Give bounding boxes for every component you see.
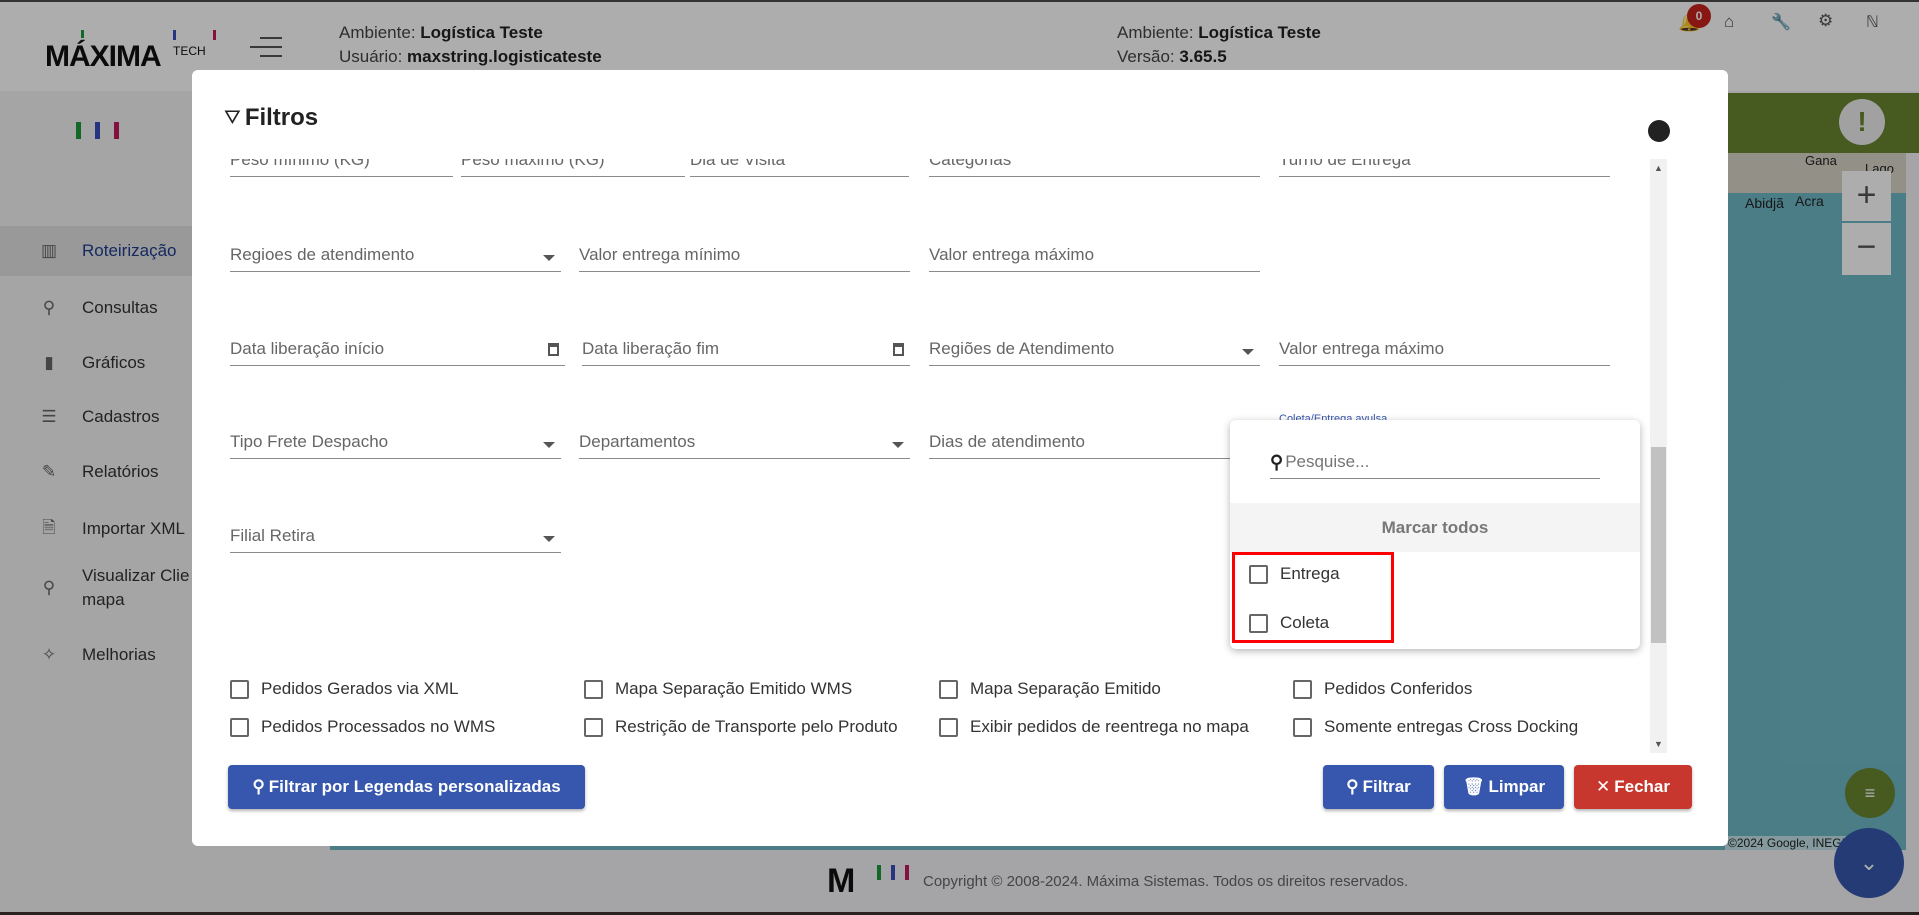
data-liberacao-inicio-field[interactable]: Data liberação início — [230, 332, 565, 366]
modal-title: ⛛ Filtros — [224, 104, 319, 131]
checkbox-pedidos-xml[interactable]: Pedidos Gerados via XML — [230, 679, 459, 699]
dias-atendimento-select[interactable]: Dias de atendimento — [929, 425, 1260, 459]
checkbox-mapa-emitido[interactable]: Mapa Separação Emitido — [939, 679, 1161, 699]
search-icon: ⚲ — [1346, 777, 1359, 796]
select-all-button[interactable]: Marcar todos — [1230, 503, 1640, 552]
close-button[interactable]: ✕ Fechar — [1574, 765, 1692, 809]
trash-icon: 🗑 — [1462, 777, 1485, 796]
checkbox-pedidos-conferidos[interactable]: Pedidos Conferidos — [1293, 679, 1472, 699]
dia-visita-select[interactable]: Dia de Visita — [690, 159, 909, 177]
data-liberacao-fim-field[interactable]: Data liberação fim — [582, 332, 910, 366]
valor-entrega-minimo-field[interactable]: Valor entrega mínimo — [579, 238, 910, 272]
regioes-atendimento-select[interactable]: Regioes de atendimento — [230, 238, 561, 272]
chevron-down-icon — [543, 255, 555, 261]
valor-entrega-maximo-field[interactable]: Valor entrega máximo — [929, 238, 1260, 272]
chevron-down-icon — [892, 442, 904, 448]
checkbox-reentrega-mapa[interactable]: Exibir pedidos de reentrega no mapa — [939, 717, 1249, 737]
chevron-down-icon — [543, 536, 555, 542]
checkbox-mapa-wms[interactable]: Mapa Separação Emitido WMS — [584, 679, 852, 699]
checkbox-cross-docking[interactable]: Somente entregas Cross Docking — [1293, 717, 1578, 737]
calendar-icon[interactable] — [893, 343, 904, 356]
checkbox-restricao-transporte[interactable]: Restrição de Transporte pelo Produto — [584, 717, 898, 737]
checkbox-processados-wms[interactable]: Pedidos Processados no WMS — [230, 717, 495, 737]
filter-icon: ⛛ — [224, 106, 241, 129]
scrollbar-thumb[interactable] — [1651, 447, 1666, 643]
top-border — [0, 0, 1919, 2]
scroll-up-arrow[interactable]: ▲ — [1654, 163, 1663, 173]
chevron-down-icon — [1242, 349, 1254, 355]
valor-entrega-maximo-2-field[interactable]: Valor entrega máximo — [1279, 332, 1610, 366]
departamentos-select[interactable]: Departamentos — [579, 425, 910, 459]
turno-entrega-select[interactable]: Turno de Entrega — [1279, 159, 1610, 177]
peso-maximo-field[interactable]: Peso máximo (KG) — [461, 159, 685, 177]
scroll-down-arrow[interactable]: ▼ — [1654, 739, 1663, 749]
clear-button[interactable]: 🗑 Limpar — [1444, 765, 1564, 809]
filial-retira-select[interactable]: Filial Retira — [230, 519, 561, 553]
scrollbar[interactable]: ▲ ▼ — [1650, 159, 1667, 753]
filter-legends-button[interactable]: ⚲ Filtrar por Legendas personalizadas — [228, 765, 585, 809]
regioes-atendimento-2-select[interactable]: Regiões de Atendimento — [929, 332, 1260, 366]
palette-icon[interactable] — [1648, 120, 1670, 142]
dropdown-search-input[interactable] — [1285, 452, 1586, 472]
peso-minimo-field[interactable]: Peso mínimo (KG) — [230, 159, 453, 177]
option-coleta[interactable]: Coleta — [1249, 613, 1329, 633]
dropdown-search[interactable]: ⚲ — [1270, 446, 1600, 479]
option-entrega[interactable]: Entrega — [1249, 564, 1340, 584]
close-icon: ✕ — [1596, 777, 1611, 796]
categorias-select[interactable]: Categorias — [929, 159, 1260, 177]
coleta-entrega-dropdown: ⚲ Marcar todos Entrega Coleta — [1230, 420, 1640, 649]
chevron-down-icon — [543, 442, 555, 448]
tipo-frete-despacho-select[interactable]: Tipo Frete Despacho — [230, 425, 561, 459]
filter-button[interactable]: ⚲ Filtrar — [1323, 765, 1434, 809]
search-icon: ⚲ — [252, 777, 265, 796]
search-icon: ⚲ — [1270, 451, 1284, 472]
calendar-icon[interactable] — [548, 343, 559, 356]
